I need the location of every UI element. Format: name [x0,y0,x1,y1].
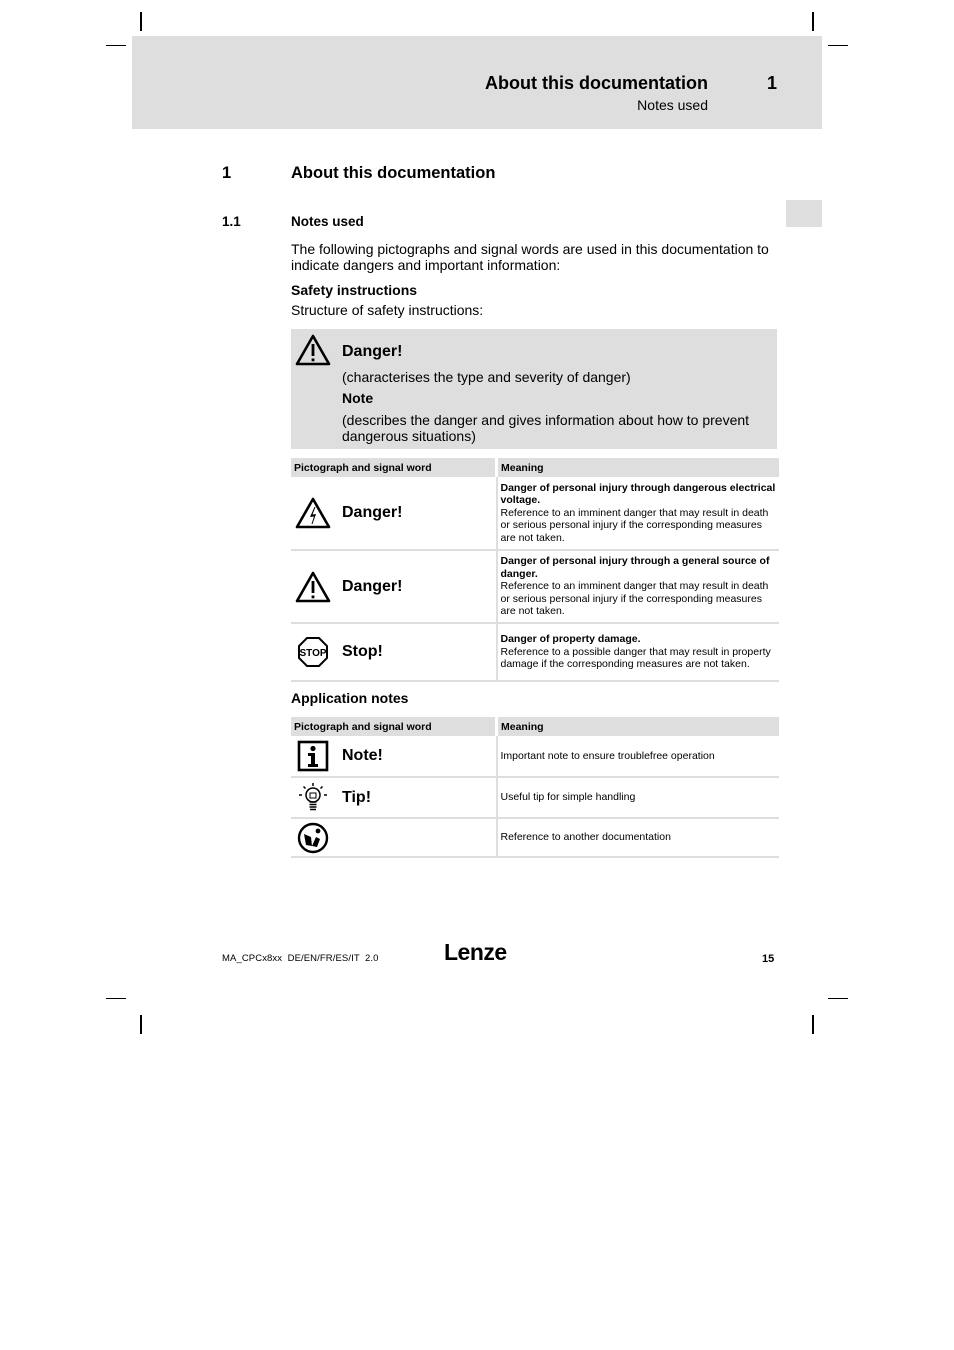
application-notes-heading: Application notes [291,690,409,706]
column-header-meaning: Meaning [496,458,779,477]
table-row: Danger! Danger of personal injury throug… [291,550,779,624]
meaning-text: Important note to ensure troublefree ope… [496,736,779,778]
meaning-text: Reference to a possible danger that may … [500,645,771,671]
header-section-subtitle: Notes used [637,97,708,113]
application-pictograph-table: Pictograph and signal word Meaning Note!… [291,717,779,858]
signal-word: Danger! [342,504,403,521]
crop-mark [106,45,126,46]
signal-word: Danger! [342,577,403,595]
warning-triangle-icon [295,334,331,366]
chapter-thumb-tab [786,200,822,227]
safety-structure-label: Structure of safety instructions: [291,302,484,318]
table-row: Danger! Danger of personal injury throug… [291,477,779,551]
meaning-text: Useful tip for simple handling [496,777,779,819]
meaning-title: Danger of property damage. [500,633,641,646]
meaning-text: Reference to an imminent danger that may… [500,506,769,544]
example-danger-description: (describes the danger and gives informat… [342,412,750,444]
lenze-logo: Lenze [444,939,507,965]
example-danger-type: (characterises the type and severity of … [342,369,631,385]
info-icon [295,739,331,773]
documentation-reference-icon [295,821,331,855]
general-danger-icon [295,570,331,604]
table-header-row: Pictograph and signal word Meaning [291,717,779,736]
signal-word: Note! [342,747,383,764]
meaning-title: Danger of personal injury through danger… [500,481,776,507]
page-header: About this documentation 1 Notes used [132,36,822,129]
table-row: Reference to another documentation [291,818,779,858]
footer-document-id: MA_CPCx8xx DE/EN/FR/ES/IT 2.0 [222,953,379,964]
safety-instructions-heading: Safety instructions [291,282,418,298]
stop-sign-icon: STOP [295,635,331,669]
column-header-pictograph: Pictograph and signal word [291,717,498,736]
lightbulb-icon [295,781,331,815]
crop-mark [140,1015,142,1034]
crop-mark [106,998,126,999]
table-header-row: Pictograph and signal word Meaning [291,458,779,477]
example-note-label: Note [342,390,374,406]
crop-mark [812,12,814,31]
safety-instruction-example: Danger! (characterises the type and seve… [291,329,777,449]
header-chapter-title: About this documentation [485,73,708,93]
crop-mark [140,12,142,31]
svg-text:STOP: STOP [299,648,326,659]
table-row: Note! Important note to ensure troublefr… [291,736,779,778]
signal-word: Stop! [342,643,383,660]
meaning-text: Reference to another documentation [496,818,779,858]
safety-pictograph-table: Pictograph and signal word Meaning Dange… [291,458,779,682]
meaning-text: Reference to an imminent danger that may… [500,580,769,618]
example-signal-word: Danger! [342,343,403,360]
intro-paragraph: The following pictographs and signal wor… [291,241,769,273]
heading1-number: 1 [222,164,232,182]
table-row: Tip! Useful tip for simple handling [291,777,779,819]
electrical-danger-icon [295,496,331,530]
column-header-pictograph: Pictograph and signal word [291,458,498,477]
signal-word: Tip! [342,788,372,806]
heading2-number: 1.1 [222,214,241,229]
crop-mark [828,45,848,46]
meaning-title: Danger of personal injury through a gene… [500,555,770,580]
crop-mark [828,998,848,999]
crop-mark [812,1015,814,1034]
header-chapter-number: 1 [766,73,777,93]
heading2-title: Notes used [291,214,364,229]
page-number: 15 [762,953,775,965]
column-header-meaning: Meaning [496,717,779,736]
table-row: STOP Stop! Danger of property damage. Re… [291,623,779,682]
heading1-title: About this documentation [291,164,496,182]
